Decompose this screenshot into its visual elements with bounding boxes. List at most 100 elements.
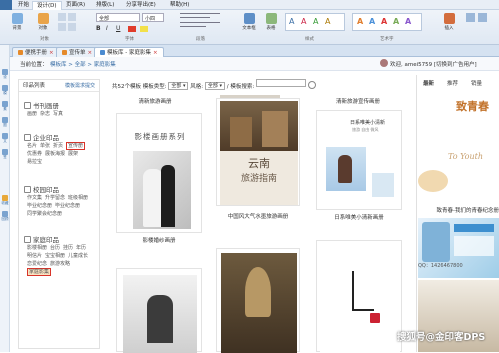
ad-card[interactable]: [418, 218, 499, 278]
side-icon-favorite[interactable]: 收藏: [1, 195, 9, 205]
tab-newest[interactable]: 最新: [423, 79, 434, 87]
category-books[interactable]: 书刊画册: [24, 100, 59, 110]
youth-card[interactable]: 致青春 To Youth: [418, 90, 499, 200]
table-tool[interactable]: 表格: [262, 13, 280, 33]
align-left-icon[interactable]: [180, 13, 220, 14]
avatar[interactable]: [380, 59, 388, 67]
ribbon-tab-help[interactable]: 帮助(H): [166, 1, 193, 10]
ribbon-tab-design[interactable]: 设计(D): [32, 1, 62, 10]
template-card-bottom-2[interactable]: [216, 248, 300, 353]
bold-button[interactable]: B: [96, 25, 101, 32]
ribbon-tab-share[interactable]: 分享导出(E): [122, 1, 160, 10]
paste-icon[interactable]: [58, 23, 66, 31]
tag-link[interactable]: 折页: [53, 143, 63, 149]
tag-link[interactable]: 挂历: [63, 245, 73, 251]
ribbon-tab-start[interactable]: 开始: [14, 1, 33, 10]
style-select[interactable]: 全部 ▾: [204, 82, 225, 90]
template-caption[interactable]: 日系唯美小清新画册: [314, 213, 404, 221]
close-icon[interactable]: ×: [153, 50, 158, 56]
template-card-japanese[interactable]: 日系唯美小清新 旅游 自由 微风: [316, 110, 402, 210]
template-card-bottom-1[interactable]: [116, 268, 202, 353]
image-icon[interactable]: [478, 13, 487, 22]
highlight-button[interactable]: [140, 26, 148, 32]
side-icon-template[interactable]: 模: [1, 85, 9, 95]
user-greeting[interactable]: 欢迎, amei5759 [切换到广告用户]: [390, 60, 477, 68]
tag-link[interactable]: 作文集: [27, 195, 42, 201]
tag-link[interactable]: 画册: [27, 111, 37, 117]
font-color-button[interactable]: [128, 26, 136, 32]
tag-link[interactable]: 台历: [50, 245, 60, 251]
doc-tab-manual[interactable]: 便携手册 ×: [12, 47, 60, 57]
copy-icon[interactable]: [68, 13, 76, 21]
tag-link[interactable]: 儿童成长: [68, 253, 88, 259]
template-card-yunnan[interactable]: 云南 旅游指南: [216, 98, 300, 206]
textbox-tool[interactable]: 文本框: [240, 13, 258, 33]
align-center-icon[interactable]: [180, 22, 220, 23]
cut-icon[interactable]: [58, 13, 66, 21]
tag-link[interactable]: 优惠券: [27, 151, 42, 157]
template-card-bottom-3[interactable]: [316, 240, 402, 353]
side-icon-review[interactable]: 回顾: [1, 211, 9, 221]
template-search-input[interactable]: [255, 79, 306, 87]
art-text-gallery[interactable]: A A A A A: [352, 13, 422, 31]
template-caption[interactable]: 致青春-我们的青春纪念册: [418, 206, 499, 214]
tag-link[interactable]: 易拉宝: [27, 159, 42, 165]
side-icon-material[interactable]: 素: [1, 101, 9, 111]
tag-link[interactable]: 展板海报: [45, 151, 65, 157]
side-icon-image[interactable]: 图: [1, 117, 9, 127]
tag-link[interactable]: 恋爱纪念: [27, 261, 47, 267]
template-caption[interactable]: 清新旅游画册: [122, 97, 188, 105]
tag-link[interactable]: 明信片: [27, 253, 42, 259]
side-icon-design[interactable]: 设: [1, 69, 9, 79]
tag-link[interactable]: 同学聚会纪念册: [27, 211, 62, 217]
object-tool[interactable]: 对象: [34, 13, 52, 33]
category-family[interactable]: 家庭印品: [24, 234, 59, 244]
search-icon[interactable]: [307, 81, 316, 89]
doc-tab-flyer[interactable]: 宣传单 ×: [56, 47, 99, 57]
format-icon[interactable]: [68, 23, 76, 31]
text-style-gallery[interactable]: A A A A: [285, 13, 345, 31]
side-icon-tag[interactable]: 签: [1, 149, 9, 159]
background-tool[interactable]: 背景: [8, 13, 26, 33]
template-caption[interactable]: 中国风大气水墨旅游画册: [214, 212, 302, 220]
italic-button[interactable]: I: [106, 25, 108, 32]
tag-brochure-highlighted[interactable]: 宣传册: [66, 142, 86, 150]
close-icon[interactable]: ×: [49, 50, 54, 56]
tab-recommend[interactable]: 推荐: [447, 79, 458, 87]
tag-link[interactable]: 旅游攻略: [50, 261, 70, 267]
doc-tab-template-library[interactable]: 模板库 - 家庭影集 ×: [94, 47, 164, 57]
tag-link[interactable]: 毕业纪念册: [27, 203, 52, 209]
tag-link[interactable]: 写真: [53, 111, 63, 117]
category-enterprise[interactable]: 企业印品: [24, 132, 59, 142]
breadcrumb[interactable]: 模板库 > 全部 > 家庭影集: [50, 60, 116, 68]
insert-tool[interactable]: 插入: [440, 13, 458, 33]
template-card-wedding[interactable]: 影楼画册系列: [116, 113, 202, 233]
template-caption[interactable]: 影楼婚纱画册: [118, 236, 200, 244]
font-name-select[interactable]: 全部: [96, 13, 140, 22]
tab-sales[interactable]: 销量: [471, 79, 482, 87]
tag-link[interactable]: 单张: [40, 143, 50, 149]
tag-link[interactable]: 年历: [76, 245, 86, 251]
app-menu-button[interactable]: [0, 0, 12, 10]
template-type-select[interactable]: 全部 ▾: [168, 82, 189, 90]
tag-link[interactable]: 升学留念: [45, 195, 65, 201]
group-label-object: 对象: [40, 37, 49, 42]
close-icon[interactable]: ×: [88, 50, 93, 56]
tag-link[interactable]: 宝宝相册: [45, 253, 65, 259]
ribbon-tab-page[interactable]: 页面(R): [62, 1, 89, 10]
template-caption[interactable]: 清新旅游宣传画册: [322, 97, 394, 105]
tag-family-album-selected[interactable]: 家庭影集: [27, 268, 52, 276]
font-size-select[interactable]: 小四: [142, 13, 164, 22]
tag-link[interactable]: 杂志: [40, 111, 50, 117]
tag-link[interactable]: 展架: [68, 151, 78, 157]
underline-button[interactable]: U: [116, 25, 120, 32]
tag-link[interactable]: 影楼相册: [27, 245, 47, 251]
template-request-link[interactable]: 模板需求提交: [65, 80, 95, 92]
tag-link[interactable]: 班级相册: [68, 195, 88, 201]
shape-icon[interactable]: [466, 13, 475, 22]
ribbon-tab-layout[interactable]: 排版(L): [92, 1, 118, 10]
tag-link[interactable]: 名片: [27, 143, 37, 149]
tag-link[interactable]: 毕业纪念册: [55, 203, 80, 209]
category-campus[interactable]: 校园印品: [24, 184, 59, 194]
side-icon-text[interactable]: 文: [1, 133, 9, 143]
